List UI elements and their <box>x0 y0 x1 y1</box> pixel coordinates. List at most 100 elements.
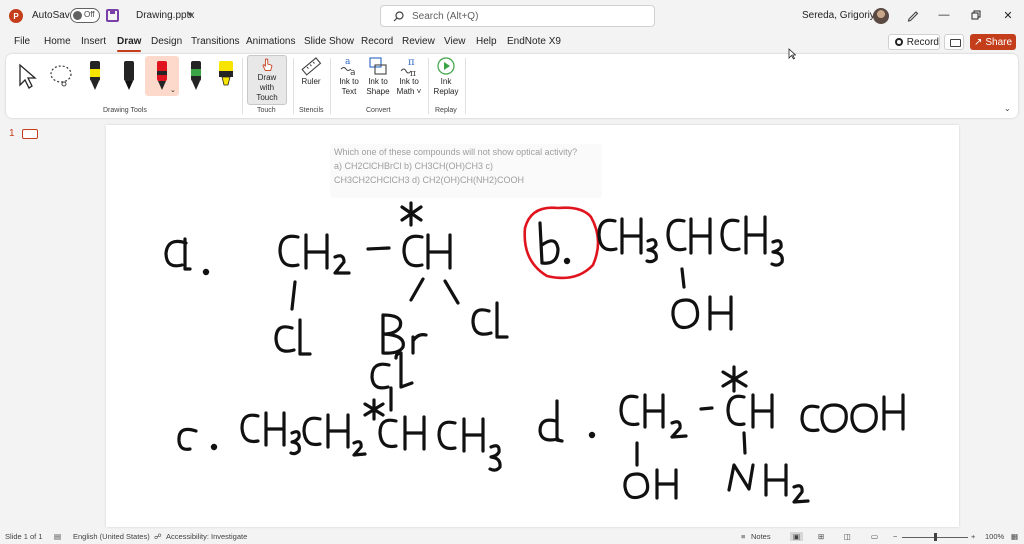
ribbon-collapse-chevron-icon[interactable]: ⌄ <box>1004 104 1011 113</box>
ribbon-tabs: File Home Insert Draw Design Transitions… <box>0 32 1024 52</box>
minimize-icon[interactable]: — <box>937 8 951 22</box>
save-icon[interactable] <box>106 9 119 22</box>
fit-to-window-icon[interactable]: ▦ <box>1011 532 1018 541</box>
tab-file[interactable]: File <box>14 36 30 47</box>
tab-review[interactable]: Review <box>402 36 435 47</box>
red-pen-tool[interactable]: ⌄ <box>145 56 179 96</box>
slideshow-view-icon[interactable]: ▭ <box>871 532 878 541</box>
ink-dash <box>699 406 714 411</box>
ink-ch-b <box>666 217 712 255</box>
ink-replay-button[interactable]: Ink Replay <box>432 55 460 97</box>
ink-label-b <box>538 221 560 265</box>
tab-insert[interactable]: Insert <box>81 36 106 47</box>
zoom-level[interactable]: 100% <box>985 532 1004 541</box>
tab-draw[interactable]: Draw <box>117 36 142 52</box>
tab-animations[interactable]: Animations <box>246 36 295 47</box>
slide-thumbnail-number: 1 <box>9 128 15 139</box>
arrow-cursor-icon <box>19 63 37 89</box>
lasso-tool[interactable] <box>47 56 75 96</box>
highlighter-tool[interactable] <box>212 56 240 96</box>
tab-record[interactable]: Record <box>361 36 393 47</box>
ink-cl <box>370 351 414 390</box>
share-button[interactable]: ↗ Share <box>970 34 1016 50</box>
ink-to-math-button[interactable]: ππ Ink to Math ˅ <box>394 55 424 97</box>
ink-label-c <box>177 427 198 451</box>
ink-to-shape-label-2: Shape <box>366 87 390 96</box>
tab-view[interactable]: View <box>444 36 466 47</box>
ink-label-a <box>164 237 192 271</box>
ruler-button[interactable]: Ruler <box>298 55 324 87</box>
ink-to-shape-button[interactable]: Ink to Shape <box>364 55 392 97</box>
zoom-slider-thumb[interactable] <box>934 533 937 541</box>
tab-endnote[interactable]: EndNote X9 <box>507 36 561 47</box>
mouse-cursor-icon <box>788 48 796 60</box>
ink-to-text-button[interactable]: aa Ink to Text <box>335 55 363 97</box>
account-name[interactable]: Sereda, Grigoriy A <box>802 10 884 21</box>
zoom-in-icon[interactable]: + <box>971 532 975 541</box>
title-bar: P AutoSave Off Drawing.pptx ▾ Search (Al… <box>0 0 1024 32</box>
draw-with-touch-label-2: Touch <box>256 93 278 102</box>
ink-dot <box>563 257 571 265</box>
pen-black-icon <box>124 61 134 90</box>
ink-nh2-d <box>727 463 810 504</box>
ribbon-separator <box>465 58 466 114</box>
chevron-down-icon[interactable]: ▾ <box>188 10 192 19</box>
normal-view-icon[interactable]: ▣ <box>790 532 804 541</box>
ink-br <box>381 313 428 355</box>
ink-ch2-a <box>278 233 351 275</box>
draw-with-touch-button[interactable]: Draw with Touch <box>247 55 287 105</box>
ribbon-separator <box>330 58 331 114</box>
draw-with-touch-label-1: Draw with <box>257 73 277 92</box>
ink-bond <box>680 267 686 289</box>
search-input[interactable]: Search (Alt+Q) <box>380 5 655 27</box>
ink-bond <box>409 277 425 302</box>
slide-thumbnail[interactable] <box>22 129 38 139</box>
select-tool[interactable] <box>13 56 41 96</box>
chevron-down-icon[interactable]: ⌄ <box>170 86 176 94</box>
notes-button[interactable]: Notes <box>751 532 771 541</box>
tab-transitions[interactable]: Transitions <box>191 36 240 47</box>
ink-ch-c <box>378 415 426 451</box>
autosave-toggle[interactable]: Off <box>70 8 100 23</box>
close-icon[interactable]: ✕ <box>1001 8 1015 22</box>
slide-canvas[interactable]: Which one of these compounds will not sh… <box>106 125 959 527</box>
toggle-knob <box>73 11 82 20</box>
slide-sorter-icon[interactable]: ⊞ <box>818 532 824 541</box>
zoom-out-icon[interactable]: − <box>893 532 897 541</box>
black-pen-tool[interactable] <box>115 56 143 96</box>
accessibility-icon[interactable]: ☍ <box>154 532 162 541</box>
accessibility-status[interactable]: Accessibility: Investigate <box>166 532 247 541</box>
yellow-pen-tool[interactable] <box>81 56 109 96</box>
document-filename[interactable]: Drawing.pptx <box>136 10 194 21</box>
avatar[interactable] <box>873 8 889 24</box>
ribbon: ⌄ Drawing Tools Draw with Touch Touch Ru… <box>6 54 1018 118</box>
highlighter-icon <box>219 61 233 86</box>
slide-count: Slide 1 of 1 <box>5 532 43 541</box>
tab-slide-show[interactable]: Slide Show <box>304 36 354 47</box>
search-placeholder: Search (Alt+Q) <box>412 11 479 22</box>
ink-asterisk <box>400 201 423 227</box>
svg-text:π: π <box>410 69 416 77</box>
green-pen-tool[interactable] <box>182 56 210 96</box>
record-button[interactable]: Record <box>888 34 940 50</box>
ink-h-d <box>882 393 905 431</box>
restore-icon[interactable] <box>969 8 983 22</box>
ink-cl <box>274 318 312 356</box>
ink-bond <box>742 431 747 455</box>
ink-ch-a <box>402 233 452 270</box>
pen-icon[interactable] <box>906 8 920 22</box>
ink-to-shape-icon <box>369 57 387 75</box>
tab-home[interactable]: Home <box>44 36 71 47</box>
pen-red-icon <box>157 61 167 90</box>
ink-drawing[interactable] <box>106 125 959 527</box>
ink-oh-b <box>671 295 733 331</box>
reading-view-icon[interactable]: ◫ <box>844 532 851 541</box>
group-label-replay: Replay <box>435 107 457 114</box>
group-label-touch: Touch <box>257 107 276 114</box>
ink-ch3ch-b <box>597 217 658 264</box>
spelling-book-icon[interactable]: ▤ <box>54 532 61 541</box>
tab-design[interactable]: Design <box>151 36 182 47</box>
tab-help[interactable]: Help <box>476 36 497 47</box>
language-status[interactable]: English (United States) <box>73 532 150 541</box>
comments-button[interactable] <box>944 34 964 50</box>
